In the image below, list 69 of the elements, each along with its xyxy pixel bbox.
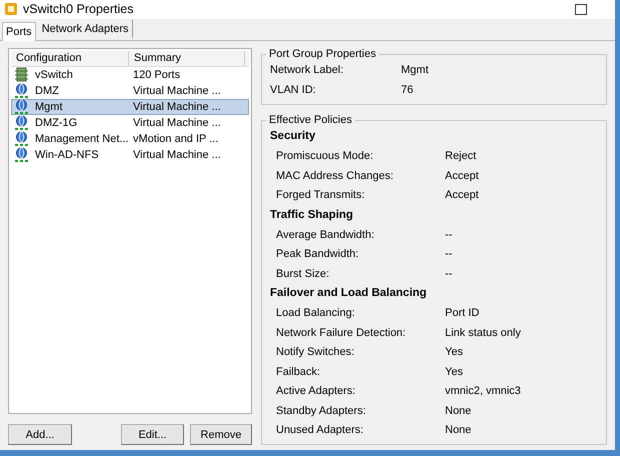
- tab[interactable]: Ports: [2, 22, 36, 41]
- field-label: Network Label:: [270, 63, 344, 78]
- field-value: Accept: [445, 168, 479, 184]
- field-value: Port ID: [445, 306, 480, 322]
- dialog-button[interactable]: Edit...: [121, 424, 184, 446]
- field-value: Yes: [445, 345, 463, 360]
- window-title: vSwitch0 Properties: [23, 1, 134, 18]
- field-value: None: [445, 404, 472, 419]
- switch-icon: [15, 67, 28, 82]
- field-value: --: [445, 228, 452, 243]
- tab[interactable]: Network Adapters: [38, 18, 133, 38]
- field-label: Average Bandwidth:: [276, 228, 376, 243]
- list-row[interactable]: DMZ Virtual Machine ...: [11, 82, 249, 99]
- group-title: Port Group Properties: [268, 48, 377, 61]
- table-cell-text: Virtual Machine ...: [132, 148, 221, 162]
- field-value: Mgmt: [401, 63, 428, 78]
- field-label: Burst Size:: [276, 266, 330, 282]
- field-value: --: [445, 247, 452, 262]
- field-label: Notify Switches:: [276, 345, 356, 360]
- section-heading: Failover and Load Balancing: [270, 286, 427, 302]
- field-value: Reject: [445, 149, 476, 164]
- field-value: --: [445, 266, 452, 282]
- table-cell-text: Virtual Machine ...: [132, 116, 221, 130]
- list-row[interactable]: Win-AD-NFS Virtual Machine ...: [11, 146, 249, 163]
- table-cell-text: vMotion and IP ...: [132, 132, 218, 146]
- table-cell-text: vSwitch: [35, 68, 73, 82]
- dialog-button[interactable]: Remove: [190, 424, 252, 446]
- field-label: VLAN ID:: [270, 82, 317, 98]
- field-label: Unused Adapters:: [276, 423, 364, 438]
- field-value: Yes: [445, 364, 463, 380]
- section-heading: Security: [270, 129, 316, 144]
- column-header[interactable]: Configuration: [11, 50, 129, 66]
- field-label: Load Balancing:: [276, 306, 356, 322]
- table-cell-text: Win-AD-NFS: [35, 148, 99, 162]
- field-label: Failback:: [276, 364, 322, 380]
- network-globe-icon: [15, 83, 28, 98]
- table-cell-text: 120 Ports: [132, 68, 180, 82]
- group-title: Effective Policies: [268, 114, 353, 127]
- table-cell-text: DMZ: [35, 84, 59, 98]
- column-header[interactable]: Summary: [129, 50, 245, 66]
- dialog-button[interactable]: Add...: [8, 424, 72, 446]
- section-heading: Traffic Shaping: [270, 208, 354, 223]
- field-label: Peak Bandwidth:: [276, 247, 360, 262]
- field-value: vmnic2, vmnic3: [445, 384, 521, 400]
- network-globe-icon: [15, 131, 28, 146]
- field-label: Promiscuous Mode:: [276, 149, 374, 164]
- table-cell-text: Virtual Machine ...: [132, 100, 221, 114]
- table-cell-text: Virtual Machine ...: [132, 84, 221, 98]
- list-row[interactable]: DMZ-1G Virtual Machine ...: [11, 114, 249, 131]
- table-cell-text: Management Net...: [35, 132, 129, 146]
- field-value: Link status only: [445, 326, 521, 341]
- list-row[interactable]: Mgmt Virtual Machine ...: [11, 98, 249, 115]
- field-value: 76: [401, 82, 414, 98]
- field-value: Accept: [445, 188, 479, 204]
- list-row[interactable]: Management Net... vMotion and IP ...: [11, 130, 249, 147]
- app-icon: [4, 2, 18, 16]
- network-globe-icon: [15, 147, 28, 162]
- table-cell-text: Mgmt: [35, 100, 62, 114]
- field-label: Forged Transmits:: [276, 188, 366, 204]
- table-cell-text: DMZ-1G: [35, 116, 78, 130]
- field-label: MAC Address Changes:: [276, 168, 394, 184]
- field-label: Network Failure Detection:: [276, 326, 407, 341]
- network-globe-icon: [15, 99, 28, 114]
- list-row[interactable]: vSwitch 120 Ports: [11, 66, 249, 83]
- network-globe-icon: [15, 115, 28, 130]
- field-label: Standby Adapters:: [276, 404, 367, 419]
- field-value: None: [445, 423, 472, 438]
- field-label: Active Adapters:: [276, 384, 356, 400]
- maximize-button[interactable]: [575, 4, 587, 15]
